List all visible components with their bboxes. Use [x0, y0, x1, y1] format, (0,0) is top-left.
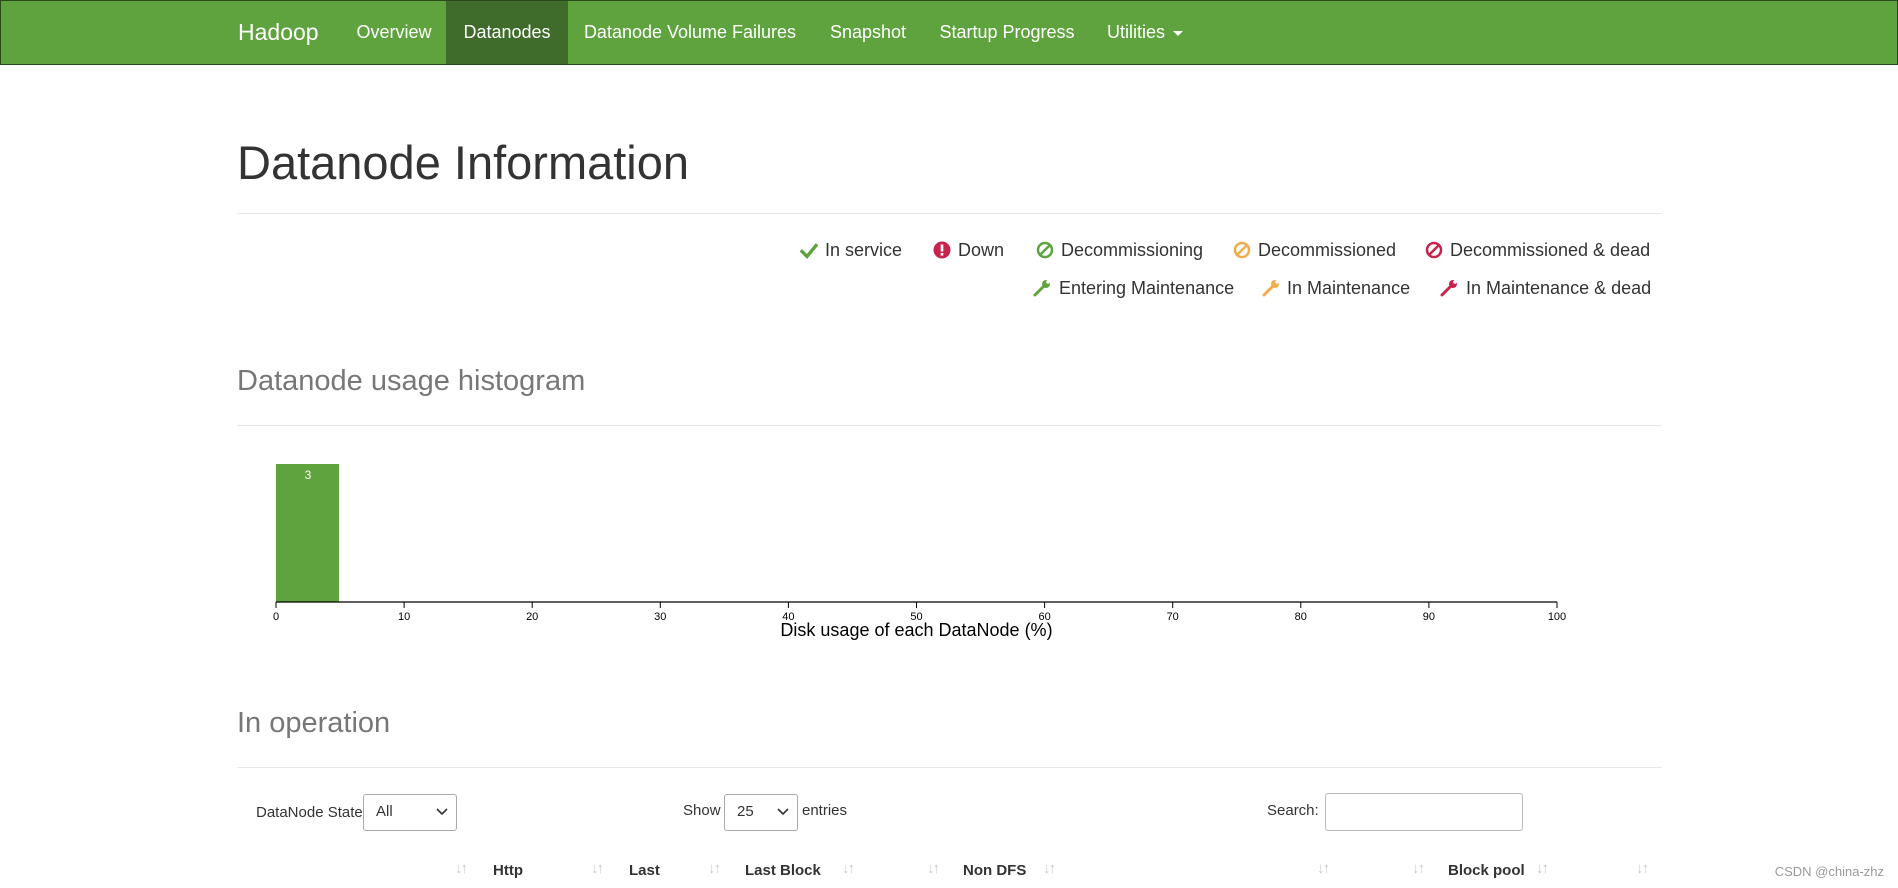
x-tick-label: 100 [1548, 611, 1566, 623]
datanode-state-value: All [376, 803, 393, 820]
sort-icon[interactable]: ↓↑ [708, 860, 721, 877]
sort-icon[interactable]: ↓↑ [1412, 860, 1425, 877]
bar-count-label: 3 [305, 468, 312, 482]
divider [237, 213, 1662, 214]
show-label: Show [683, 802, 721, 819]
nav-overview[interactable]: Overview [338, 1, 450, 64]
search-input[interactable] [1325, 793, 1523, 831]
datanode-state-label: DataNode State [256, 804, 363, 821]
nav-datanode-volume-failures[interactable]: Datanode Volume Failures [568, 1, 812, 64]
sort-icon[interactable]: ↓↑ [842, 860, 855, 877]
nav-utilities-label: Utilities [1106, 22, 1165, 42]
divider [237, 425, 1662, 426]
x-tick-label: 80 [1295, 611, 1307, 623]
column-header-http[interactable]: Http [493, 861, 523, 881]
x-tick-label: 20 [526, 611, 538, 623]
nav-snapshot[interactable]: Snapshot [812, 1, 924, 64]
column-header-non-dfs[interactable]: Non DFS [963, 861, 1026, 881]
histogram-bar [276, 464, 340, 602]
divider [237, 767, 1662, 768]
sort-icon[interactable]: ↓↑ [1317, 860, 1330, 877]
sort-icon[interactable]: ↓↑ [455, 860, 468, 877]
chevron-down-icon [436, 808, 448, 816]
search-label: Search: [1267, 802, 1319, 819]
column-header-block-pool[interactable]: Block pool [1448, 861, 1525, 881]
wrench-icon [1262, 280, 1279, 297]
sort-icon[interactable]: ↓↑ [927, 860, 940, 877]
navbar: Hadoop Overview Datanodes Datanode Volum… [0, 0, 1898, 65]
check-icon [800, 243, 818, 260]
nav-utilities-dropdown[interactable]: Utilities [1091, 1, 1199, 64]
ban-icon [1036, 241, 1054, 259]
page-title: Datanode Information [237, 136, 690, 189]
entries-label: entries [802, 802, 848, 819]
entries-per-page-value: 25 [737, 803, 754, 820]
nav-startup-progress[interactable]: Startup Progress [924, 1, 1090, 64]
sort-icon[interactable]: ↓↑ [1636, 860, 1649, 877]
x-tick-label: 10 [398, 611, 410, 623]
watermark: CSDN @china-zhz [1774, 864, 1884, 879]
column-header-last-block[interactable]: Last Block [745, 861, 821, 881]
operation-title: In operation [237, 707, 391, 739]
brand-link[interactable]: Hadoop [238, 1, 319, 64]
caret-down-icon [1173, 30, 1183, 36]
x-tick-label: 0 [273, 611, 279, 623]
sort-icon[interactable]: ↓↑ [1536, 860, 1549, 877]
wrench-icon [1440, 280, 1457, 297]
sort-icon[interactable]: ↓↑ [1043, 860, 1056, 877]
x-tick-label: 70 [1167, 611, 1179, 623]
ban-icon [1425, 241, 1443, 259]
column-header-last[interactable]: Last [629, 861, 660, 881]
histogram-title: Datanode usage histogram [237, 365, 586, 397]
chevron-down-icon [777, 808, 789, 816]
x-tick-label: 90 [1423, 611, 1435, 623]
entries-per-page-select[interactable]: 25 [724, 794, 798, 831]
usage-histogram-chart: 30 10 20 30 40 50 60 70 80 90 100Disk usage of eac… [273, 464, 1566, 640]
x-tick-label: 30 [654, 611, 666, 623]
x-axis-label: Disk usage of each DataNode (%) [780, 620, 1052, 640]
exclamation-icon [933, 241, 951, 259]
datanode-state-select[interactable]: All [363, 794, 457, 831]
sort-icon[interactable]: ↓↑ [591, 860, 604, 877]
wrench-icon [1033, 280, 1050, 297]
ban-icon [1233, 241, 1251, 259]
nav-datanodes[interactable]: Datanodes [446, 1, 568, 64]
